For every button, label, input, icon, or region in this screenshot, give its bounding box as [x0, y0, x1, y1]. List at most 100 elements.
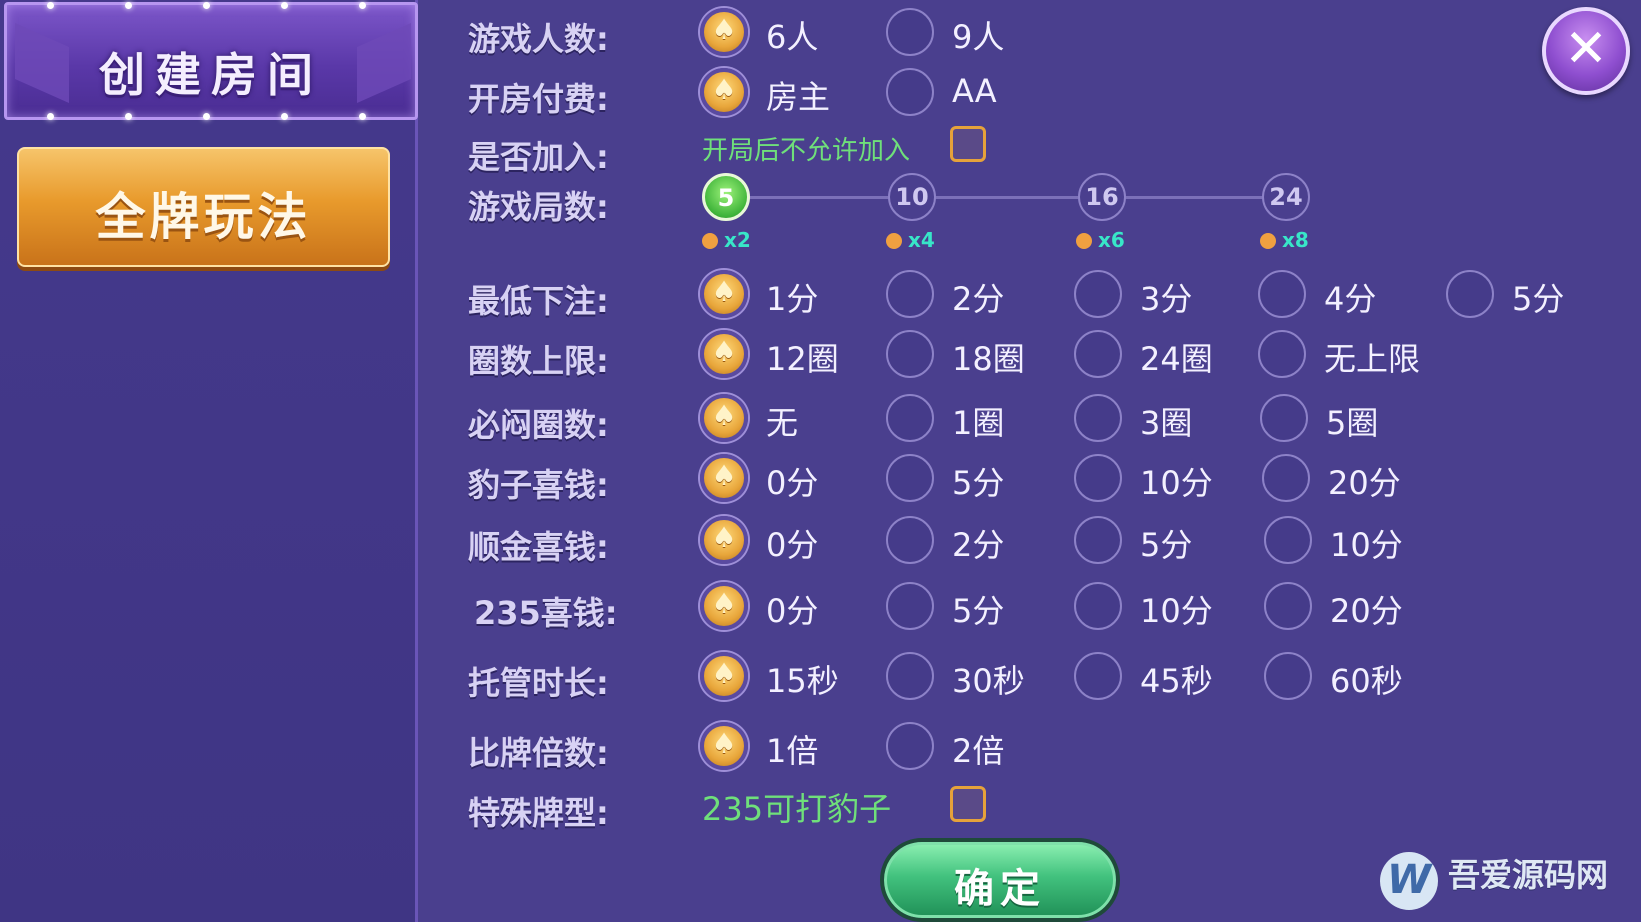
- option-label: 0分: [766, 464, 819, 502]
- radio-icon: [886, 454, 934, 502]
- option-label: 10分: [1330, 526, 1403, 564]
- rounds-cost: x4: [886, 228, 935, 252]
- row-join: 是否加入: 开局后不允许加入: [468, 122, 1608, 178]
- option-label: 2分: [952, 280, 1005, 318]
- special-rule-text: 235可打豹子: [702, 790, 892, 828]
- radio-selected-icon: [700, 330, 748, 378]
- watermark: W 吾爱源码网: [1380, 848, 1630, 918]
- option-label: 45秒: [1140, 662, 1213, 700]
- room-card-icon: [886, 233, 902, 249]
- room-card-icon: [702, 233, 718, 249]
- option-label: 3分: [1140, 280, 1193, 318]
- row-rounds: 游戏局数:: [468, 172, 1608, 228]
- rounds-node-24[interactable]: 24: [1262, 173, 1310, 221]
- radio-icon: [886, 68, 934, 116]
- row-label: 开房付费:: [468, 80, 609, 118]
- option-label: 20分: [1328, 464, 1401, 502]
- row-payment: 开房付费: 房主 AA: [468, 64, 1608, 120]
- radio-icon: [1446, 270, 1494, 318]
- row-235-bonus: 235喜钱: 0分 5分 10分 20分: [468, 578, 1608, 634]
- option-label: 15秒: [766, 662, 839, 700]
- radio-selected-icon: [700, 394, 748, 442]
- row-circle-limit: 圈数上限: 12圈 18圈 24圈 无上限: [468, 326, 1608, 382]
- rounds-slider-track[interactable]: [720, 196, 1285, 199]
- option-label: 18圈: [952, 340, 1025, 378]
- option-label: 5分: [952, 464, 1005, 502]
- join-checkbox[interactable]: [950, 126, 986, 162]
- rounds-cost: x8: [1260, 228, 1309, 252]
- left-panel: 创建房间 全牌玩法: [0, 0, 418, 922]
- radio-icon: [886, 270, 934, 318]
- row-label: 豹子喜钱:: [468, 466, 609, 504]
- option-label: 1分: [766, 280, 819, 318]
- radio-icon: [1074, 516, 1122, 564]
- row-label: 必闷圈数:: [468, 406, 609, 444]
- radio-icon: [1074, 330, 1122, 378]
- radio-icon: [1264, 652, 1312, 700]
- option-label: 60秒: [1330, 662, 1403, 700]
- confirm-button-label: 确定: [954, 866, 1046, 912]
- option-label: 5分: [1140, 526, 1193, 564]
- radio-icon: [1074, 454, 1122, 502]
- option-label: 10分: [1140, 464, 1213, 502]
- radio-icon: [886, 516, 934, 564]
- confirm-button[interactable]: 确定: [880, 838, 1120, 922]
- radio-icon: [886, 652, 934, 700]
- row-label: 托管时长:: [468, 664, 609, 702]
- radio-icon: [1258, 270, 1306, 318]
- option-label: 5圈: [1326, 404, 1379, 442]
- radio-selected-icon: [700, 454, 748, 502]
- radio-icon: [886, 394, 934, 442]
- option-label: 3圈: [1140, 404, 1193, 442]
- rounds-node-10[interactable]: 10: [888, 173, 936, 221]
- row-must-blind: 必闷圈数: 无 1圈 3圈 5圈: [468, 390, 1608, 446]
- radio-selected-icon: [700, 722, 748, 770]
- rounds-node-16[interactable]: 16: [1078, 173, 1126, 221]
- row-label: 游戏局数:: [468, 188, 609, 226]
- option-label: 6人: [766, 18, 819, 56]
- row-leopard-bonus: 豹子喜钱: 0分 5分 10分 20分: [468, 450, 1608, 506]
- row-label: 235喜钱:: [474, 594, 618, 632]
- radio-icon: [1262, 454, 1310, 502]
- row-compare-multiplier: 比牌倍数: 1倍 2倍: [468, 718, 1608, 774]
- rounds-cost: x6: [1076, 228, 1125, 252]
- close-button[interactable]: ✕: [1542, 7, 1630, 95]
- option-label: 30秒: [952, 662, 1025, 700]
- option-label: 无上限: [1324, 340, 1421, 378]
- option-label: 20分: [1330, 592, 1403, 630]
- option-label: 5分: [952, 592, 1005, 630]
- mode-button-label: 全牌玩法: [95, 188, 312, 246]
- option-label: 无: [766, 404, 799, 442]
- row-label: 特殊牌型:: [468, 794, 609, 832]
- row-label: 顺金喜钱:: [468, 528, 609, 566]
- radio-icon: [886, 8, 934, 56]
- row-players: 游戏人数: 6人 9人: [468, 4, 1608, 60]
- row-label: 最低下注:: [468, 282, 609, 320]
- option-label: 2倍: [952, 732, 1005, 770]
- option-label: 5分: [1512, 280, 1565, 318]
- radio-selected-icon: [700, 652, 748, 700]
- radio-icon: [1074, 394, 1122, 442]
- radio-icon: [1258, 330, 1306, 378]
- watermark-logo-icon: W: [1380, 852, 1438, 910]
- option-label: 2分: [952, 526, 1005, 564]
- join-rule-text: 开局后不允许加入: [702, 136, 911, 166]
- radio-selected-icon: [700, 68, 748, 116]
- room-card-icon: [1076, 233, 1092, 249]
- close-icon: ✕: [1564, 19, 1608, 79]
- rounds-cost: x2: [702, 228, 751, 252]
- mode-button-all-cards[interactable]: 全牌玩法: [17, 147, 390, 267]
- radio-selected-icon: [700, 582, 748, 630]
- radio-icon: [1074, 270, 1122, 318]
- option-label: 12圈: [766, 340, 839, 378]
- page-title: 创建房间: [99, 48, 323, 102]
- rounds-node-5[interactable]: 5: [702, 173, 750, 221]
- title-banner: 创建房间: [4, 2, 418, 120]
- radio-icon: [886, 722, 934, 770]
- radio-icon: [886, 330, 934, 378]
- row-auto-duration: 托管时长: 15秒 30秒 45秒 60秒: [468, 648, 1608, 704]
- radio-icon: [886, 582, 934, 630]
- option-label: 房主: [766, 78, 831, 116]
- row-label: 游戏人数:: [468, 20, 609, 58]
- special-checkbox[interactable]: [950, 786, 986, 822]
